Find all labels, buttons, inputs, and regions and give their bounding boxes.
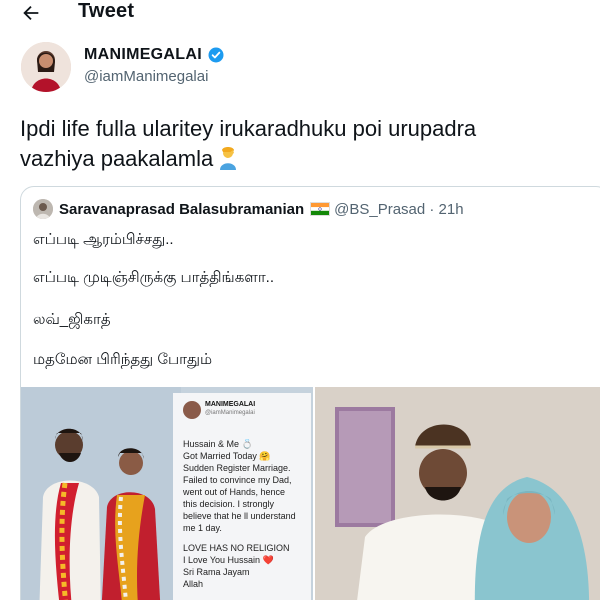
embedded-text-line: LOVE HAS NO RELIGION xyxy=(183,543,290,553)
embedded-text-line: Sri Rama Jayam xyxy=(183,567,250,577)
tweet-text-line: vazhiya paakalamla xyxy=(20,144,590,174)
author-name[interactable]: MANIMEGALAI xyxy=(84,46,202,64)
embedded-avatar xyxy=(183,401,201,419)
top-bar: Tweet xyxy=(0,0,600,28)
embedded-text-line: me 1 day. xyxy=(183,523,222,533)
embedded-tweet-screenshot: MANIMEGALAI @iamManimegalai Hussain & Me… xyxy=(173,393,311,600)
india-flag-icon xyxy=(310,202,331,216)
quoted-text-line: எப்படி ஆரம்பிச்சது.. xyxy=(33,231,174,248)
quoted-text-line: எப்படி முடிஞ்சிருக்கு பாத்திங்களா.. xyxy=(33,269,274,286)
embedded-text-line: Sudden Register Marriage. xyxy=(183,463,291,473)
embedded-text-line: I Love You Hussain ❤️ xyxy=(183,555,274,565)
author-name-row[interactable]: MANIMEGALAI xyxy=(84,46,225,64)
embedded-text-line: believe that he ll understand xyxy=(183,511,296,521)
verified-badge-icon xyxy=(208,47,224,63)
embedded-text-line: Allah xyxy=(183,579,204,589)
author-handle[interactable]: @iamManimegalai xyxy=(84,68,208,85)
embedded-handle: @iamManimegalai xyxy=(205,410,255,416)
tweet-text-line2: vazhiya paakalamla xyxy=(20,146,214,171)
embedded-text-line: Got Married Today 🤗 xyxy=(183,451,271,461)
quoted-tweet-header: Saravanaprasad Balasubramanian @BS_Prasa… xyxy=(33,199,464,219)
quoted-text-line: மதமேன பிரிந்தது போதும் xyxy=(33,351,213,368)
page-title: Tweet xyxy=(78,0,135,22)
embedded-name: MANIMEGALAI xyxy=(205,401,256,408)
tweet-text-line: Ipdi life fulla ularitey irukaradhuku po… xyxy=(20,116,477,141)
person-facepalming-emoji-icon xyxy=(220,147,237,170)
embedded-text-line: Hussain & Me 💍 xyxy=(183,439,253,449)
avatar[interactable] xyxy=(21,42,71,92)
couple-photo xyxy=(315,387,600,600)
quoted-author-name[interactable]: Saravanaprasad Balasubramanian xyxy=(59,201,304,218)
quoted-handle-time: @BS_Prasad · 21h xyxy=(334,200,464,218)
media-image-right[interactable] xyxy=(315,387,600,600)
back-arrow-icon[interactable] xyxy=(20,2,42,24)
quoted-media[interactable]: MANIMEGALAI @iamManimegalai Hussain & Me… xyxy=(21,387,600,600)
media-image-left[interactable]: MANIMEGALAI @iamManimegalai Hussain & Me… xyxy=(21,387,313,600)
embedded-text-line: Failed to convince my Dad, xyxy=(183,475,292,485)
tweet-text: Ipdi life fulla ularitey irukaradhuku po… xyxy=(20,114,590,174)
quoted-text-line: லவ்_ஜிகாத் xyxy=(33,311,111,328)
quoted-tweet[interactable]: Saravanaprasad Balasubramanian @BS_Prasa… xyxy=(20,186,600,600)
quoted-avatar[interactable] xyxy=(33,199,53,219)
embedded-text-line: went out of Hands, hence xyxy=(183,487,286,497)
embedded-text-line: this decision. I strongly xyxy=(183,499,275,509)
